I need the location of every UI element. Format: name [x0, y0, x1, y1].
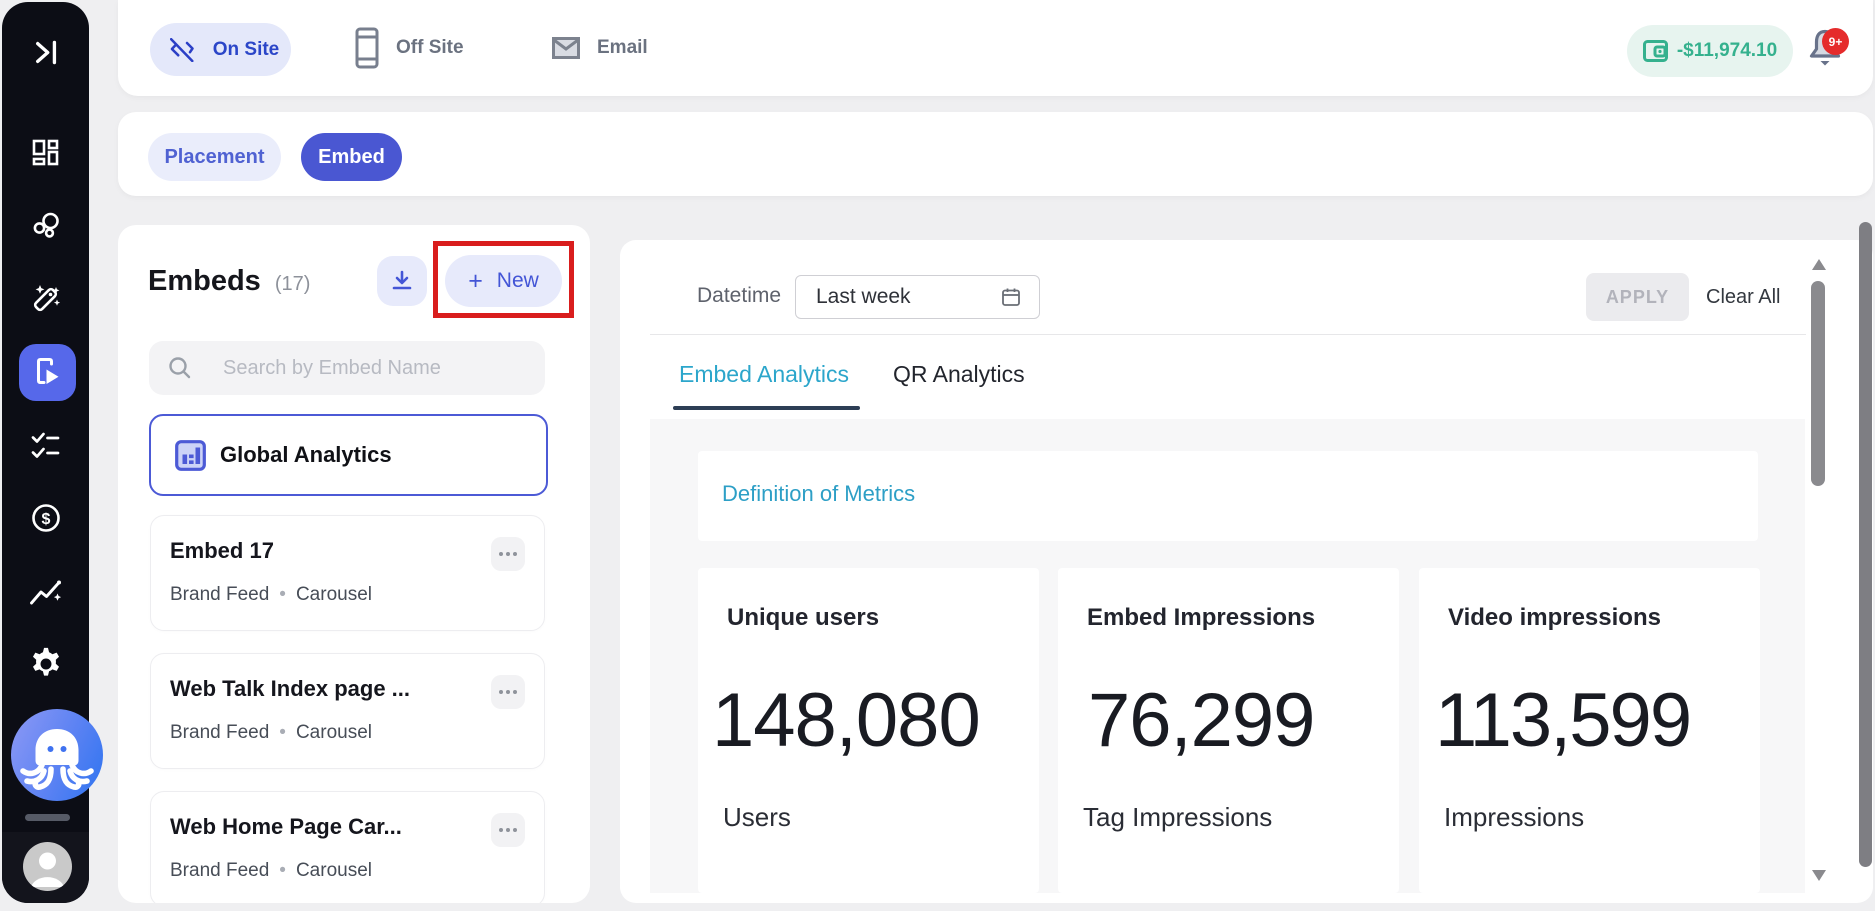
svg-text:$: $: [41, 511, 50, 528]
